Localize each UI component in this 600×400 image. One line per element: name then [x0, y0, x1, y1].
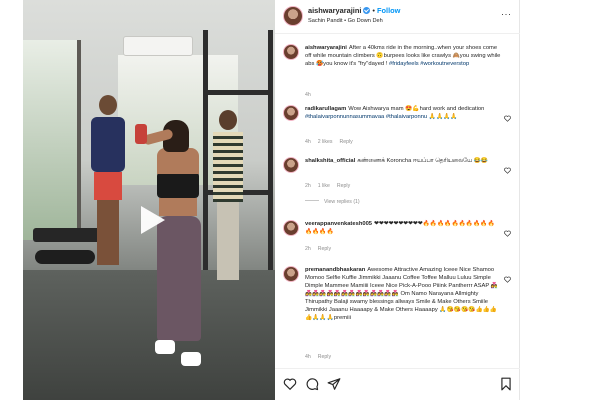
- heart-icon[interactable]: [504, 161, 511, 174]
- comment-text-block: premanandbhaskaran Awesome Attractive Ama…: [305, 266, 501, 322]
- reply-button[interactable]: Reply: [340, 139, 353, 145]
- comment-text-block: shalkshita_official கண்ணைக் Koroncha ஈயப்…: [305, 157, 501, 165]
- comment-likes[interactable]: 2 likes: [318, 139, 333, 145]
- reply-button[interactable]: Reply: [337, 183, 350, 189]
- caption-text-block: aishwaryarajini After a 40kms ride in the…: [305, 44, 501, 68]
- author-avatar[interactable]: [283, 6, 303, 26]
- caption-avatar[interactable]: [283, 44, 299, 60]
- share-icon[interactable]: [327, 377, 341, 391]
- follow-button[interactable]: Follow: [377, 6, 400, 15]
- caption: aishwaryarajini After a 40kms ride in the…: [283, 44, 511, 100]
- right-margin: [521, 0, 600, 400]
- bookmark-icon[interactable]: [499, 377, 513, 391]
- author-username[interactable]: aishwaryarajini: [308, 6, 361, 15]
- audio-track[interactable]: Sachin Pandit • Go Down Deh: [308, 18, 383, 24]
- comment-username[interactable]: premanandbhaskaran: [305, 267, 365, 273]
- left-margin: [0, 0, 23, 400]
- caption-time: 4h: [305, 92, 311, 98]
- air-conditioner: [123, 36, 193, 56]
- comment-text: Wow Aishwarya mam 😍💪hard work and dedica…: [348, 106, 485, 112]
- gym-window-left: [23, 40, 81, 240]
- comment-meta: 2h Reply: [305, 246, 338, 252]
- list-item: veerappanvenkatesh005 ❤❤❤❤❤❤❤❤❤❤🔥🔥🔥🔥🔥🔥🔥🔥🔥…: [283, 220, 511, 260]
- comment-text: Awesome Attractive Amazing Iceee Nice Sh…: [305, 267, 498, 321]
- comment-username[interactable]: shalkshita_official: [305, 158, 355, 164]
- post-video[interactable]: [23, 0, 275, 400]
- instagram-post-page: aishwaryarajini • Follow Sachin Pandit • G…: [0, 0, 600, 400]
- view-replies-button[interactable]: View replies (1): [305, 199, 360, 205]
- comment-text: கண்ணைக் Koroncha ஈயப்பா தெரியலையே 😂😂: [357, 158, 489, 164]
- heart-icon[interactable]: [283, 377, 297, 391]
- post-header: aishwaryarajini • Follow Sachin Pandit • G…: [275, 0, 520, 34]
- reply-button[interactable]: Reply: [318, 354, 331, 360]
- comment-time: 2h: [305, 246, 311, 252]
- comment-icon[interactable]: [305, 377, 319, 391]
- dumbbells: [35, 250, 95, 264]
- comment-avatar[interactable]: [283, 157, 299, 173]
- list-item: radikarullagam Wow Aishwarya mam 😍💪hard w…: [283, 105, 511, 151]
- play-icon[interactable]: [127, 198, 171, 242]
- comment-meta: 4h 2 likes Reply: [305, 139, 360, 145]
- comment-text-block: radikarullagam Wow Aishwarya mam 😍💪hard w…: [305, 105, 501, 121]
- post-side-panel: aishwaryarajini • Follow Sachin Pandit • G…: [275, 0, 520, 400]
- caption-username[interactable]: aishwaryarajini: [305, 45, 347, 51]
- list-item: shalkshita_official கண்ணைக் Koroncha ஈயப்…: [283, 157, 511, 212]
- more-icon[interactable]: ···: [501, 9, 512, 19]
- comment-avatar[interactable]: [283, 266, 299, 282]
- woman-drinking: [135, 120, 213, 380]
- verified-icon: [363, 7, 371, 14]
- comment-hashtags[interactable]: #thalaivarponnunnasummavaa #thalaivarpon…: [305, 114, 427, 120]
- comment-avatar[interactable]: [283, 105, 299, 121]
- comment-time: 4h: [305, 354, 311, 360]
- comment-time: 4h: [305, 139, 311, 145]
- heart-icon[interactable]: [504, 224, 511, 237]
- separator: •: [372, 6, 375, 15]
- comment-likes[interactable]: 1 like: [318, 183, 330, 189]
- comment-time: 2h: [305, 183, 311, 189]
- comment-meta: 2h 1 like Reply: [305, 183, 357, 189]
- list-item: premanandbhaskaran Awesome Attractive Ama…: [283, 266, 511, 366]
- author-line: aishwaryarajini • Follow: [308, 6, 400, 15]
- man-at-rack: [213, 110, 243, 280]
- heart-icon[interactable]: [504, 109, 511, 122]
- comment-username[interactable]: veerappanvenkatesh005: [305, 221, 372, 227]
- caption-meta: 4h: [305, 92, 318, 98]
- man-in-background: [91, 95, 125, 265]
- caption-hashtags[interactable]: #fridayfeels #workoutneverstop: [389, 61, 469, 67]
- comments-list[interactable]: aishwaryarajini After a 40kms ride in the…: [275, 35, 520, 367]
- comment-meta: 4h Reply: [305, 354, 338, 360]
- comment-trail: 🙏🙏🙏🙏: [428, 114, 458, 120]
- comment-username[interactable]: radikarullagam: [305, 106, 346, 112]
- action-bar: [275, 368, 520, 400]
- heart-icon[interactable]: [504, 270, 511, 283]
- comment-text-block: veerappanvenkatesh005 ❤❤❤❤❤❤❤❤❤❤🔥🔥🔥🔥🔥🔥🔥🔥🔥…: [305, 220, 501, 236]
- comment-avatar[interactable]: [283, 220, 299, 236]
- reply-button[interactable]: Reply: [318, 246, 331, 252]
